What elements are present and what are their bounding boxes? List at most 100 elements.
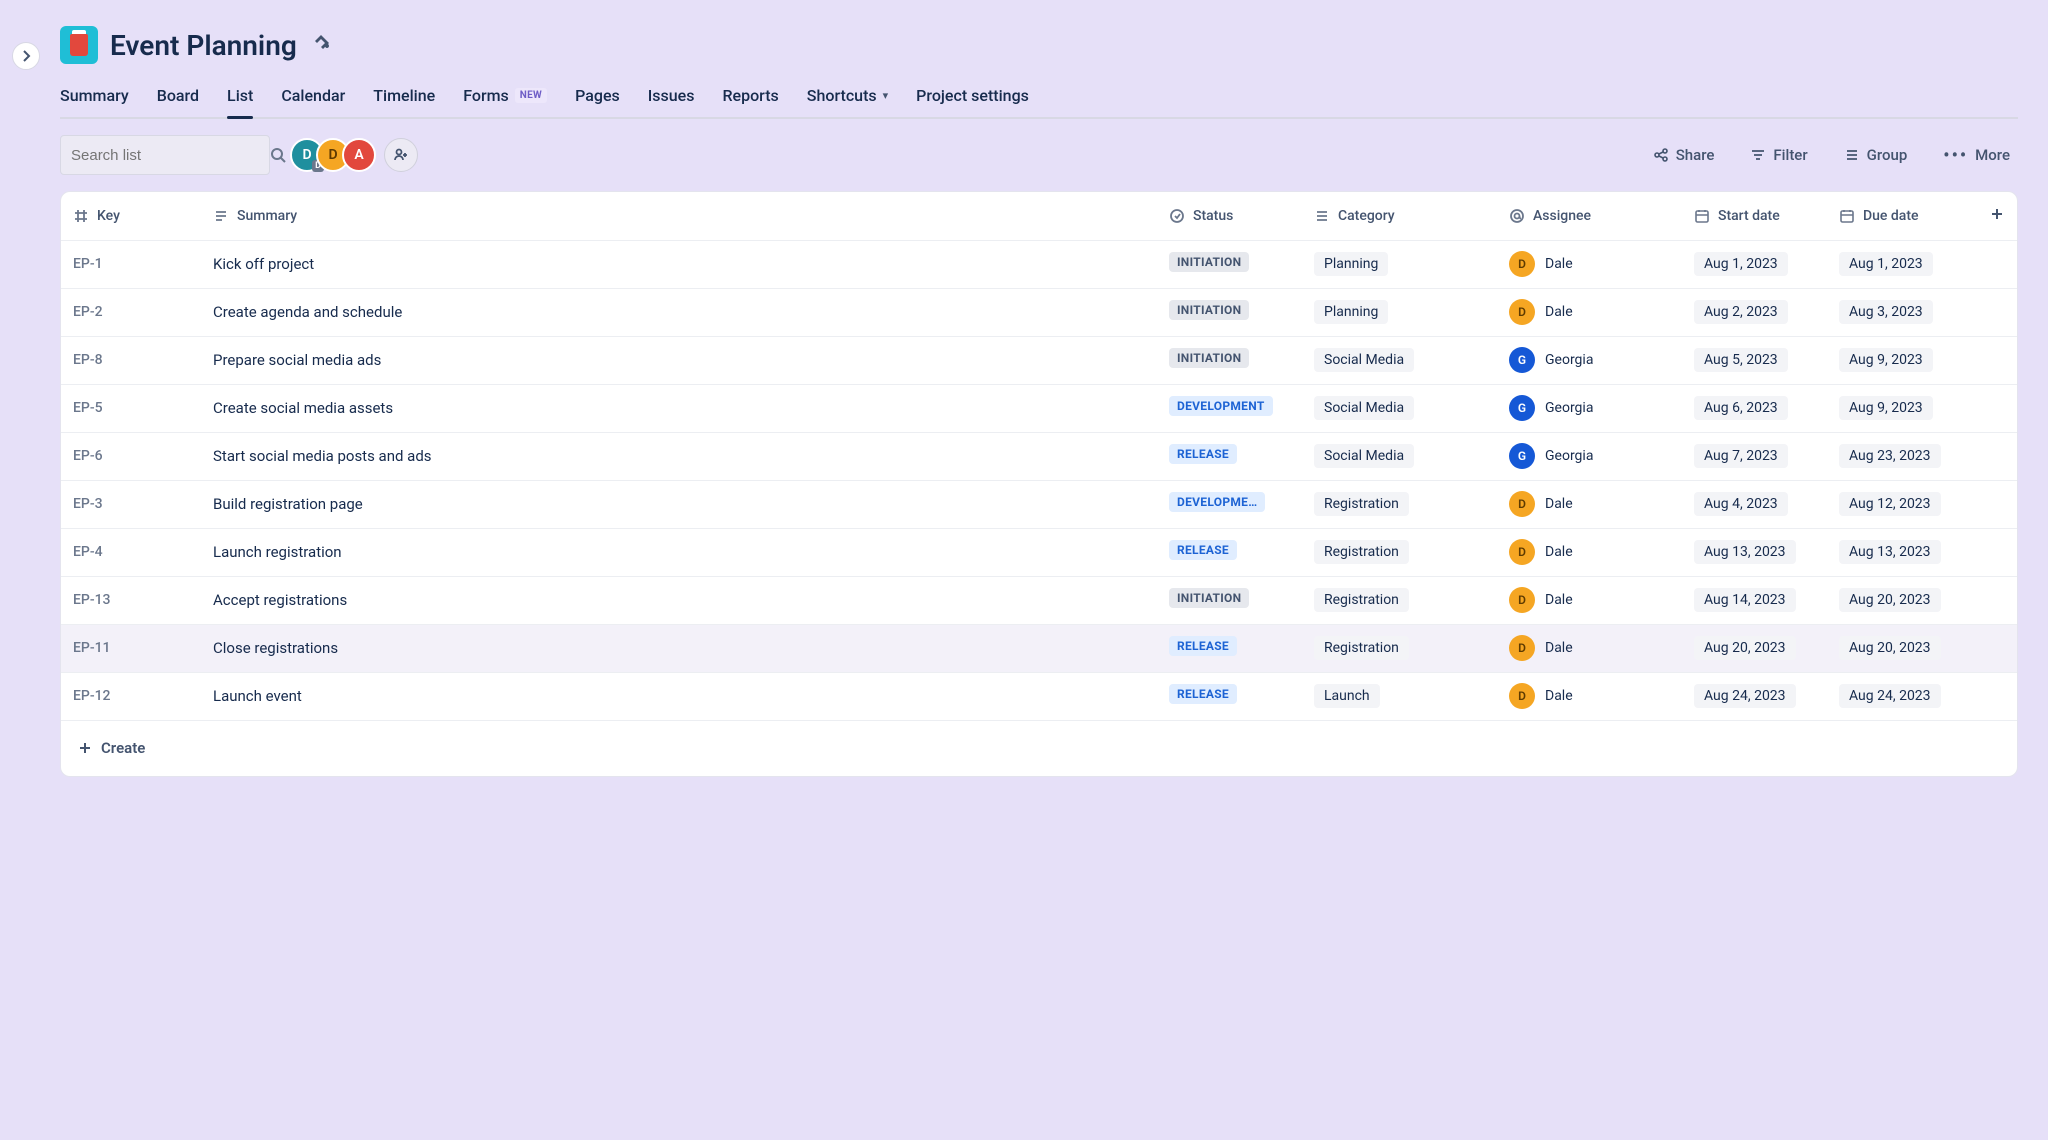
issue-category-cell[interactable]: Social Media	[1302, 432, 1497, 480]
issue-category-cell[interactable]: Planning	[1302, 288, 1497, 336]
start-date-cell[interactable]: Aug 20, 2023	[1682, 624, 1827, 672]
issue-key[interactable]: EP-6	[61, 432, 201, 480]
issue-summary[interactable]: Kick off project	[201, 240, 1157, 288]
add-people-button[interactable]	[384, 138, 418, 172]
due-date-cell[interactable]: Aug 20, 2023	[1827, 576, 1977, 624]
filter-button[interactable]: Filter	[1742, 140, 1815, 170]
issue-assignee-cell[interactable]: DDale	[1497, 480, 1682, 528]
table-row[interactable]: EP-13Accept registrationsINITIATIONRegis…	[61, 576, 2017, 624]
tab-pages[interactable]: Pages	[575, 78, 620, 117]
col-due[interactable]: Due date	[1827, 192, 1977, 240]
issue-category-cell[interactable]: Social Media	[1302, 384, 1497, 432]
issue-status-cell[interactable]: DEVELOPME…	[1157, 480, 1302, 528]
table-row[interactable]: EP-3Build registration pageDEVELOPME…Reg…	[61, 480, 2017, 528]
due-date-cell[interactable]: Aug 24, 2023	[1827, 672, 1977, 720]
due-date-cell[interactable]: Aug 20, 2023	[1827, 624, 1977, 672]
issue-status-cell[interactable]: INITIATION	[1157, 336, 1302, 384]
issue-key[interactable]: EP-1	[61, 240, 201, 288]
due-date-cell[interactable]: Aug 23, 2023	[1827, 432, 1977, 480]
start-date-cell[interactable]: Aug 6, 2023	[1682, 384, 1827, 432]
issue-status-cell[interactable]: INITIATION	[1157, 288, 1302, 336]
issue-summary[interactable]: Start social media posts and ads	[201, 432, 1157, 480]
col-summary[interactable]: Summary	[201, 192, 1157, 240]
issue-status-cell[interactable]: RELEASE	[1157, 672, 1302, 720]
start-date-cell[interactable]: Aug 13, 2023	[1682, 528, 1827, 576]
share-button[interactable]: Share	[1645, 140, 1723, 170]
avatar[interactable]: A	[342, 138, 376, 172]
issue-status-cell[interactable]: RELEASE	[1157, 528, 1302, 576]
col-assignee[interactable]: Assignee	[1497, 192, 1682, 240]
issue-status-cell[interactable]: INITIATION	[1157, 576, 1302, 624]
tab-forms[interactable]: FormsNEW	[463, 78, 547, 117]
col-status[interactable]: Status	[1157, 192, 1302, 240]
issue-category-cell[interactable]: Planning	[1302, 240, 1497, 288]
issue-assignee-cell[interactable]: GGeorgia	[1497, 384, 1682, 432]
issue-summary[interactable]: Launch registration	[201, 528, 1157, 576]
issue-key[interactable]: EP-8	[61, 336, 201, 384]
issue-category-cell[interactable]: Registration	[1302, 576, 1497, 624]
table-row[interactable]: EP-6Start social media posts and adsRELE…	[61, 432, 2017, 480]
issue-summary[interactable]: Prepare social media ads	[201, 336, 1157, 384]
tab-issues[interactable]: Issues	[648, 78, 695, 117]
tab-reports[interactable]: Reports	[722, 78, 778, 117]
table-row[interactable]: EP-4Launch registrationRELEASERegistrati…	[61, 528, 2017, 576]
table-row[interactable]: EP-5Create social media assetsDEVELOPMEN…	[61, 384, 2017, 432]
issue-category-cell[interactable]: Social Media	[1302, 336, 1497, 384]
issue-summary[interactable]: Close registrations	[201, 624, 1157, 672]
tab-summary[interactable]: Summary	[60, 78, 129, 117]
issue-assignee-cell[interactable]: GGeorgia	[1497, 432, 1682, 480]
table-row[interactable]: EP-2Create agenda and scheduleINITIATION…	[61, 288, 2017, 336]
tab-project-settings[interactable]: Project settings	[916, 78, 1029, 117]
customize-theme-button[interactable]	[309, 29, 337, 61]
issue-assignee-cell[interactable]: DDale	[1497, 576, 1682, 624]
more-button[interactable]: ••• More	[1935, 139, 2018, 172]
due-date-cell[interactable]: Aug 13, 2023	[1827, 528, 1977, 576]
search-box[interactable]	[60, 135, 270, 175]
add-column-button[interactable]	[1977, 192, 2017, 240]
col-category[interactable]: Category	[1302, 192, 1497, 240]
issue-assignee-cell[interactable]: DDale	[1497, 528, 1682, 576]
start-date-cell[interactable]: Aug 1, 2023	[1682, 240, 1827, 288]
search-input[interactable]	[71, 147, 270, 164]
issue-assignee-cell[interactable]: DDale	[1497, 672, 1682, 720]
sidebar-expand-button[interactable]	[12, 42, 40, 70]
issue-key[interactable]: EP-4	[61, 528, 201, 576]
issue-category-cell[interactable]: Registration	[1302, 528, 1497, 576]
due-date-cell[interactable]: Aug 9, 2023	[1827, 336, 1977, 384]
tab-calendar[interactable]: Calendar	[281, 78, 345, 117]
start-date-cell[interactable]: Aug 7, 2023	[1682, 432, 1827, 480]
issue-status-cell[interactable]: DEVELOPMENT	[1157, 384, 1302, 432]
create-issue-button[interactable]: Create	[73, 733, 2005, 763]
issue-key[interactable]: EP-13	[61, 576, 201, 624]
issue-key[interactable]: EP-11	[61, 624, 201, 672]
table-row[interactable]: EP-11Close registrationsRELEASERegistrat…	[61, 624, 2017, 672]
issue-summary[interactable]: Build registration page	[201, 480, 1157, 528]
issue-key[interactable]: EP-5	[61, 384, 201, 432]
start-date-cell[interactable]: Aug 14, 2023	[1682, 576, 1827, 624]
issue-key[interactable]: EP-3	[61, 480, 201, 528]
start-date-cell[interactable]: Aug 24, 2023	[1682, 672, 1827, 720]
issue-assignee-cell[interactable]: DDale	[1497, 624, 1682, 672]
col-start[interactable]: Start date	[1682, 192, 1827, 240]
issue-assignee-cell[interactable]: DDale	[1497, 288, 1682, 336]
start-date-cell[interactable]: Aug 4, 2023	[1682, 480, 1827, 528]
tab-list[interactable]: List	[227, 78, 253, 117]
tab-board[interactable]: Board	[157, 78, 199, 117]
col-key[interactable]: Key	[61, 192, 201, 240]
table-row[interactable]: EP-12Launch eventRELEASELaunchDDaleAug 2…	[61, 672, 2017, 720]
issue-summary[interactable]: Launch event	[201, 672, 1157, 720]
issue-assignee-cell[interactable]: DDale	[1497, 240, 1682, 288]
tab-shortcuts[interactable]: Shortcuts▾	[807, 78, 888, 117]
issue-status-cell[interactable]: INITIATION	[1157, 240, 1302, 288]
group-button[interactable]: Group	[1836, 140, 1916, 170]
due-date-cell[interactable]: Aug 12, 2023	[1827, 480, 1977, 528]
issue-assignee-cell[interactable]: GGeorgia	[1497, 336, 1682, 384]
issue-status-cell[interactable]: RELEASE	[1157, 432, 1302, 480]
table-row[interactable]: EP-8Prepare social media adsINITIATIONSo…	[61, 336, 2017, 384]
due-date-cell[interactable]: Aug 9, 2023	[1827, 384, 1977, 432]
start-date-cell[interactable]: Aug 5, 2023	[1682, 336, 1827, 384]
issue-summary[interactable]: Create social media assets	[201, 384, 1157, 432]
issue-summary[interactable]: Create agenda and schedule	[201, 288, 1157, 336]
start-date-cell[interactable]: Aug 2, 2023	[1682, 288, 1827, 336]
issue-status-cell[interactable]: RELEASE	[1157, 624, 1302, 672]
